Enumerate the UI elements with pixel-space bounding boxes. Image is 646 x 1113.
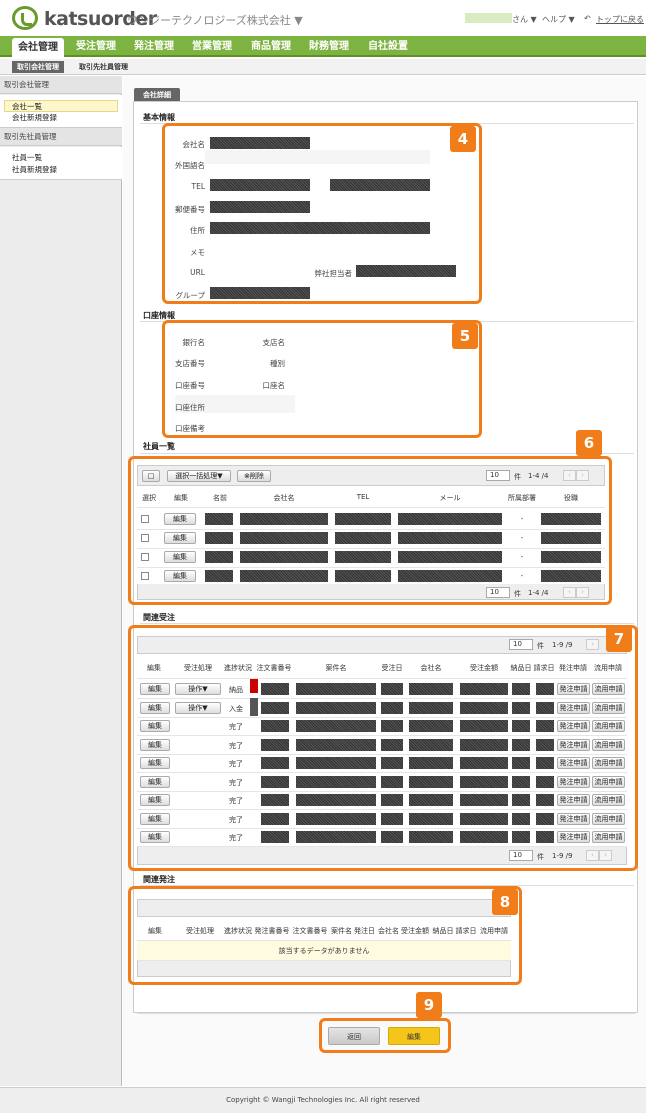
tab-products[interactable]: 商品管理 [245,36,297,57]
callout-badge-7: 7 [606,626,632,652]
tab-finance[interactable]: 財務管理 [303,36,355,57]
divider [137,1013,635,1014]
callout-badge-5: 5 [452,323,478,349]
footer-copyright: Copyright © Wangji Technologies Inc. All… [0,1087,646,1113]
logo-icon [12,6,38,30]
tab-settings[interactable]: 自社設置 [362,36,414,57]
divider [140,623,634,624]
sidebar-item-company-list[interactable]: 会社一覧 [4,100,118,112]
sidebar-item-company-new[interactable]: 会社新規登録 [0,112,122,124]
sidebar-item-staff-new[interactable]: 社員新規登録 [0,164,122,176]
subtab-company-mgmt[interactable]: 取引会社管理 [12,61,64,73]
company-selector[interactable]: ワンジーテクノロジーズ株式会社 ▼ [127,12,303,28]
sidebar-list-company: 会社一覧 会社新規登録 [0,95,122,128]
tab-orders[interactable]: 受注管理 [70,36,122,57]
callout-badge-4: 4 [450,126,476,152]
subtab-staff-mgmt[interactable]: 取引先社員管理 [74,61,133,73]
sidebar-group-staff: 取引先社員管理 [0,128,122,146]
related-orders-title: 関連受注 [143,613,175,622]
tab-company-detail[interactable]: 会社詳細 [134,88,180,102]
highlight-basic-info [162,123,482,304]
back-to-top-link[interactable]: トップに戻る [596,14,644,25]
divider [140,453,634,454]
sidebar-list-staff: 社員一覧 社員新規登録 [0,147,122,180]
app-header: katsuorder ワンジーテクノロジーズ株式会社 ▼ さん ▼ ヘルプ ▼ … [0,0,646,35]
highlight-bank-info [162,320,482,438]
highlight-buttons [319,1018,451,1053]
sidebar-group-company: 取引会社管理 [0,76,122,94]
related-purchase-title: 関連発注 [143,875,175,884]
staff-list-title: 社員一覧 [143,442,175,451]
back-arrow-icon: ↶ [584,14,591,23]
sidebar: 取引会社管理 会社一覧 会社新規登録 取引先社員管理 社員一覧 社員新規登録 [0,76,122,1086]
callout-badge-8: 8 [492,889,518,915]
highlight-staff-list [128,456,612,605]
help-menu[interactable]: ヘルプ ▼ [542,14,575,25]
callout-badge-9: 9 [416,992,442,1018]
user-name [465,13,512,23]
highlight-related-orders [128,625,638,871]
highlight-related-purchase [128,886,522,985]
tab-sales[interactable]: 営業管理 [186,36,238,57]
basic-info-title: 基本情報 [143,113,175,122]
user-menu[interactable]: さん ▼ [512,14,537,25]
sub-nav: 取引会社管理 取引先社員管理 [0,59,646,75]
sidebar-item-staff-list[interactable]: 社員一覧 [0,152,122,164]
main-nav: 会社管理 受注管理 発注管理 営業管理 商品管理 財務管理 自社設置 [0,36,646,59]
callout-badge-6: 6 [576,430,602,456]
tab-company[interactable]: 会社管理 [12,38,64,59]
tab-purchase[interactable]: 発注管理 [128,36,180,57]
